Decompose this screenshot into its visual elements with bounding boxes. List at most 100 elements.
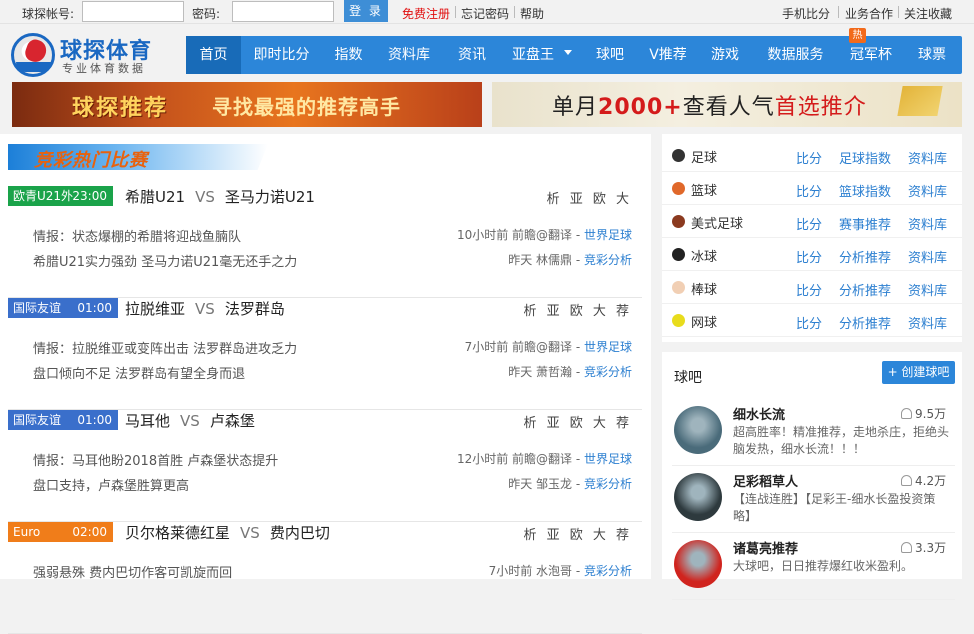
nav-home[interactable]: 首页 bbox=[186, 36, 241, 74]
avatar[interactable] bbox=[674, 473, 722, 521]
news-line-1[interactable]: 情报：马耳他盼2018首胜 卢森堡状态提升 bbox=[33, 450, 278, 469]
news-source-link[interactable]: 世界足球 bbox=[584, 452, 632, 466]
avatar[interactable] bbox=[674, 540, 722, 588]
away-team: 卢森堡 bbox=[209, 412, 255, 430]
password-input[interactable] bbox=[232, 1, 334, 22]
sport-ball-icon bbox=[672, 314, 685, 327]
news-source-link[interactable]: 竞彩分析 bbox=[584, 564, 632, 578]
nav-live-score[interactable]: 即时比分 bbox=[244, 36, 319, 74]
account-label: 球探帐号: bbox=[22, 7, 75, 21]
news-source-link[interactable]: 竞彩分析 bbox=[584, 477, 632, 491]
news-meta-1: 7小时前 水泡哥 - 竞彩分析 bbox=[488, 564, 632, 578]
news-source-link[interactable]: 世界足球 bbox=[584, 340, 632, 354]
sport-score-link[interactable]: 比分 bbox=[796, 214, 822, 233]
sport-row: 棒球 比分 分析推荐 资料库 bbox=[662, 271, 962, 304]
register-link[interactable]: 免费注册 bbox=[402, 5, 450, 22]
news-source-link[interactable]: 竞彩分析 bbox=[584, 365, 632, 379]
nav-database[interactable]: 资料库 bbox=[379, 36, 439, 74]
sport-name[interactable]: 冰球 bbox=[691, 246, 717, 265]
follow-link[interactable]: 关注收藏 bbox=[904, 5, 952, 22]
sport-name[interactable]: 足球 bbox=[691, 147, 717, 166]
nav-games[interactable]: 游戏 bbox=[701, 36, 749, 74]
account-input[interactable] bbox=[82, 1, 184, 22]
sport-row: 美式足球 比分 赛事推荐 资料库 bbox=[662, 205, 962, 238]
forgot-password-link[interactable]: 忘记密码 bbox=[461, 5, 509, 22]
news-source-link[interactable]: 世界足球 bbox=[584, 228, 632, 242]
news-meta-1: 12小时前 前瞻@翻译 - 世界足球 bbox=[456, 452, 632, 466]
home-team: 拉脱维亚 bbox=[125, 300, 186, 318]
sport-index-link[interactable]: 分析推荐 bbox=[839, 313, 891, 332]
group-name[interactable]: 诸葛亮推荐 bbox=[733, 538, 798, 557]
sport-database-link[interactable]: 资料库 bbox=[908, 280, 947, 299]
league-tag[interactable]: 欧青U21外 23:00 bbox=[8, 186, 113, 206]
news-line-2[interactable]: 希腊U21实力强劲 圣马力诺U21毫无还手之力 bbox=[33, 251, 297, 270]
site-logo[interactable]: 球探体育 专业体育数据 bbox=[11, 31, 171, 79]
news-line-1[interactable]: 情报：状态爆棚的希腊将迎战鱼腩队 bbox=[33, 226, 241, 245]
match-row[interactable]: Euro 02:00 贝尔格莱德红星 VS 费内巴切 析 亚 欧 大 荐强弱悬殊 费内巴切… bbox=[8, 522, 642, 634]
sport-index-link[interactable]: 足球指数 bbox=[839, 148, 891, 167]
banner-recommend[interactable]: 球探推荐 寻找最强的推荐高手 bbox=[12, 82, 482, 127]
nav-tickets[interactable]: 球票 bbox=[908, 36, 956, 74]
sport-index-link[interactable]: 分析推荐 bbox=[839, 247, 891, 266]
sport-database-link[interactable]: 资料库 bbox=[908, 214, 947, 233]
qiuba-group[interactable]: 细水长流 9.5万 超高胜率！精准推荐，走地杀庄，拒绝头脑发热，细水长流！！！ bbox=[672, 400, 955, 466]
away-team: 圣马力诺U21 bbox=[224, 188, 315, 206]
match-teams[interactable]: 希腊U21 VS 圣马力诺U21 bbox=[125, 186, 315, 207]
group-name[interactable]: 足彩稻草人 bbox=[733, 471, 798, 490]
match-teams[interactable]: 马耳他 VS 卢森堡 bbox=[125, 410, 255, 431]
nav-asian-king[interactable]: 亚盘王 bbox=[504, 36, 562, 74]
sport-index-link[interactable]: 篮球指数 bbox=[839, 181, 891, 200]
match-actions[interactable]: 析 亚 欧 大 荐 bbox=[523, 412, 632, 431]
sport-name[interactable]: 棒球 bbox=[691, 279, 717, 298]
match-actions[interactable]: 析 亚 欧 大 bbox=[547, 188, 632, 207]
create-qiuba-button[interactable]: + 创建球吧 bbox=[882, 361, 955, 384]
news-line-2[interactable]: 盘口支持，卢森堡胜算更高 bbox=[33, 475, 189, 494]
nav-data-service[interactable]: 数据服务 bbox=[758, 36, 833, 74]
group-name[interactable]: 细水长流 bbox=[733, 404, 785, 423]
nav-news[interactable]: 资讯 bbox=[448, 36, 496, 74]
chevron-down-icon[interactable] bbox=[564, 50, 572, 55]
qiuba-group[interactable]: 诸葛亮推荐 3.3万 大球吧，日日推荐爆红收米盈利。 bbox=[672, 534, 955, 600]
qiuba-group[interactable]: 足彩稻草人 4.2万 【连战连胜】【足彩王-细水长盈投资策略】 bbox=[672, 467, 955, 533]
sport-score-link[interactable]: 比分 bbox=[796, 148, 822, 167]
sport-index-link[interactable]: 分析推荐 bbox=[839, 280, 891, 299]
match-teams[interactable]: 贝尔格莱德红星 VS 费内巴切 bbox=[125, 522, 330, 543]
sport-score-link[interactable]: 比分 bbox=[796, 181, 822, 200]
mobile-score-link[interactable]: 手机比分 bbox=[782, 5, 830, 22]
sport-ball-icon bbox=[672, 248, 685, 261]
sport-index-link[interactable]: 赛事推荐 bbox=[839, 214, 891, 233]
help-link[interactable]: 帮助 bbox=[520, 5, 544, 22]
match-row[interactable]: 国际友谊 01:00 马耳他 VS 卢森堡 析 亚 欧 大 荐情报：马耳他盼2018首胜 … bbox=[8, 410, 642, 522]
avatar[interactable] bbox=[674, 406, 722, 454]
match-actions[interactable]: 析 亚 欧 大 荐 bbox=[523, 524, 632, 543]
sport-score-link[interactable]: 比分 bbox=[796, 280, 822, 299]
news-line-1[interactable]: 强弱悬殊 费内巴切作客可凯旋而回 bbox=[33, 562, 232, 581]
match-row[interactable]: 国际友谊 01:00 拉脱维亚 VS 法罗群岛 析 亚 欧 大 荐情报：拉脱维亚或变阵出击… bbox=[8, 298, 642, 410]
sport-database-link[interactable]: 资料库 bbox=[908, 313, 947, 332]
league-tag[interactable]: Euro 02:00 bbox=[8, 522, 113, 542]
league-tag[interactable]: 国际友谊 01:00 bbox=[8, 298, 118, 318]
nav-v-recommend[interactable]: V推荐 bbox=[642, 36, 694, 74]
banner-popular[interactable]: 单月2000+查看人气首选推介 bbox=[492, 82, 962, 127]
news-source-link[interactable]: 竞彩分析 bbox=[584, 253, 632, 267]
sport-score-link[interactable]: 比分 bbox=[796, 313, 822, 332]
sport-database-link[interactable]: 资料库 bbox=[908, 181, 947, 200]
league-tag[interactable]: 国际友谊 01:00 bbox=[8, 410, 118, 430]
sport-score-link[interactable]: 比分 bbox=[796, 247, 822, 266]
match-actions[interactable]: 析 亚 欧 大 荐 bbox=[523, 300, 632, 319]
news-line-2[interactable]: 盘口倾向不足 法罗群岛有望全身而退 bbox=[33, 363, 245, 382]
sport-row: 篮球 比分 篮球指数 资料库 bbox=[662, 172, 962, 205]
sport-name[interactable]: 美式足球 bbox=[691, 213, 743, 232]
sport-name[interactable]: 篮球 bbox=[691, 180, 717, 199]
nav-qiuba[interactable]: 球吧 bbox=[586, 36, 634, 74]
business-link[interactable]: 业务合作 bbox=[845, 5, 893, 22]
sport-name[interactable]: 网球 bbox=[691, 312, 717, 331]
login-button[interactable]: 登 录 bbox=[344, 0, 388, 22]
sport-database-link[interactable]: 资料库 bbox=[908, 247, 947, 266]
match-teams[interactable]: 拉脱维亚 VS 法罗群岛 bbox=[125, 298, 285, 319]
sport-database-link[interactable]: 资料库 bbox=[908, 148, 947, 167]
logo-subtitle: 专业体育数据 bbox=[62, 62, 146, 75]
nav-odds[interactable]: 指数 bbox=[326, 36, 371, 74]
news-line-1[interactable]: 情报：拉脱维亚或变阵出击 法罗群岛进攻乏力 bbox=[33, 338, 297, 357]
match-row[interactable]: 欧青U21外 23:00 希腊U21 VS 圣马力诺U21 析 亚 欧 大情报：状态爆棚的… bbox=[8, 186, 642, 298]
